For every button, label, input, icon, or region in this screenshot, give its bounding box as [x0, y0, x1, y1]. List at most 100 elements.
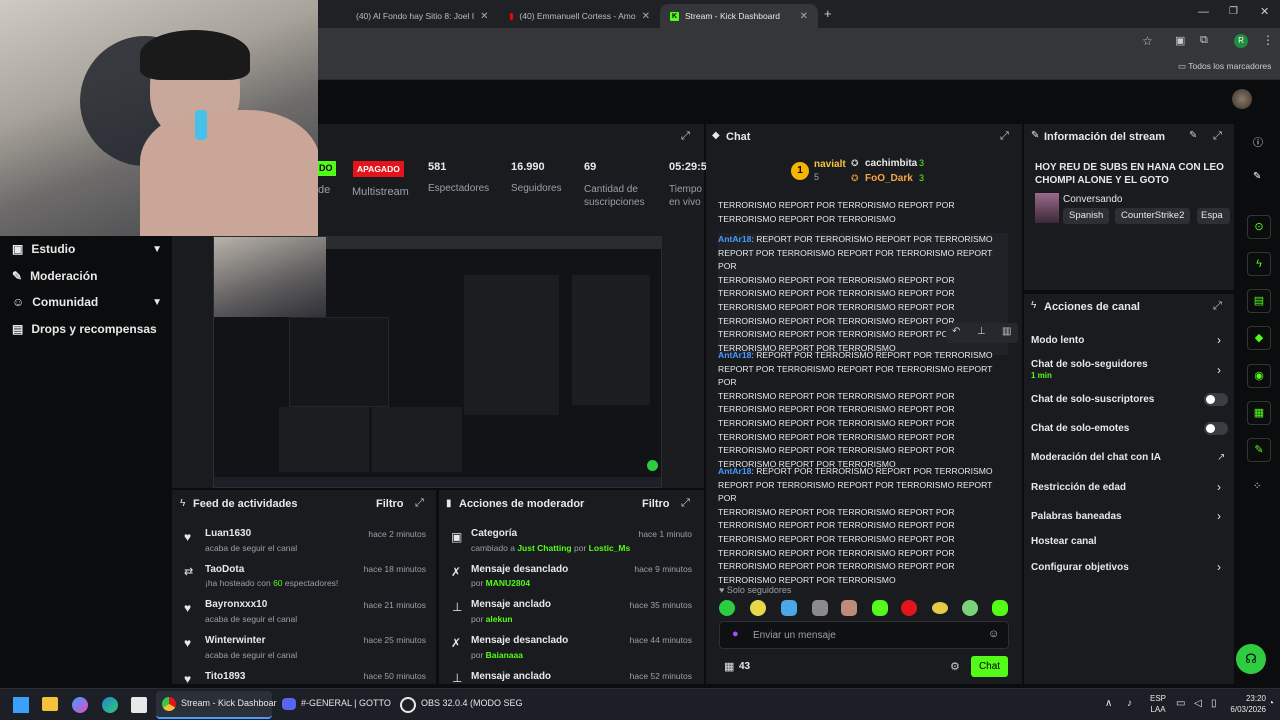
chevron-up-icon[interactable]: ∧: [1105, 698, 1112, 709]
edit-icon[interactable]: ✎: [1189, 130, 1197, 141]
action-slow-mode[interactable]: Modo lento: [1031, 335, 1084, 346]
emote-icon[interactable]: [872, 600, 888, 616]
taskbar-item-obs[interactable]: OBS 32.0.4 (MODO SEG: [396, 691, 523, 719]
emoji-icon[interactable]: ☺: [988, 628, 999, 640]
top-gifter-name[interactable]: FoO_Dark: [865, 173, 913, 184]
close-icon[interactable]: ✕: [800, 11, 808, 22]
rail-clipboard-icon[interactable]: ▤: [1247, 289, 1271, 313]
sidebar-item-comunidad[interactable]: ☺ Comunidad ▼: [12, 295, 162, 309]
rail-broadcast-icon[interactable]: ◉: [1247, 364, 1271, 388]
minimize-button[interactable]: —: [1198, 6, 1209, 18]
mod-filter-button[interactable]: Filtro: [642, 498, 670, 510]
chat-message[interactable]: AntAr18: REPORT POR TERRORISMO REPORT PO…: [718, 465, 1008, 587]
battery-icon[interactable]: ▯: [1211, 698, 1217, 709]
edit-icon[interactable]: ✎: [1253, 171, 1261, 182]
copilot-icon[interactable]: [72, 697, 88, 713]
microphone-icon[interactable]: ●: [732, 628, 739, 640]
chat-message[interactable]: AntAr18: REPORT POR TERRORISMO REPORT PO…: [718, 349, 1008, 471]
emote-icon[interactable]: [812, 600, 828, 616]
expand-icon[interactable]: ⤢: [1000, 130, 1009, 143]
expand-icon[interactable]: ⤢: [1213, 300, 1222, 313]
file-explorer-icon[interactable]: [42, 697, 58, 711]
rail-focus-icon[interactable]: ⊙: [1247, 215, 1271, 239]
clock[interactable]: 23:20 6/03/2026: [1226, 693, 1266, 715]
restore-button[interactable]: ❐: [1229, 6, 1238, 17]
settings-gear-icon[interactable]: ⚙: [950, 660, 960, 673]
browser-tab-youtube-2[interactable]: (40) Emmanuell Cortess - Amo ✕: [500, 4, 660, 28]
taskbar-item-chrome[interactable]: Stream - Kick Dashboar: [156, 691, 277, 719]
extensions-icon[interactable]: ⧉: [1200, 34, 1208, 47]
window-close-button[interactable]: ✕: [1260, 5, 1269, 18]
notification-bell-icon[interactable]: ◔: [1268, 698, 1274, 709]
rail-wrench-icon[interactable]: ✎: [1247, 438, 1271, 462]
action-ai-moderation[interactable]: Moderación del chat con IA: [1031, 452, 1161, 463]
expand-icon[interactable]: ⤢: [681, 497, 690, 510]
reply-icon[interactable]: ↶: [952, 326, 960, 337]
sidebar-item-moderacion[interactable]: ✎ Moderación: [12, 269, 162, 283]
emote-icon[interactable]: [781, 600, 797, 616]
network-icon[interactable]: ▭: [1176, 698, 1185, 709]
emotes-only-toggle[interactable]: [1204, 422, 1228, 435]
volume-icon[interactable]: ◁: [1194, 698, 1202, 709]
emote-icon[interactable]: [750, 600, 766, 616]
expand-icon[interactable]: ⤢: [1213, 130, 1222, 143]
top-gifter-name[interactable]: cachimbita: [865, 158, 917, 169]
feed-item-name[interactable]: Winterwinter: [205, 635, 265, 646]
close-icon[interactable]: ✕: [480, 11, 488, 22]
profile-avatar[interactable]: R: [1234, 34, 1248, 48]
action-followers-only[interactable]: Chat de solo-seguidores: [1031, 359, 1148, 370]
media-icon[interactable]: ▣: [1175, 34, 1185, 47]
new-tab-button[interactable]: +: [824, 6, 832, 21]
close-icon[interactable]: ✕: [642, 11, 650, 22]
feed-item-name[interactable]: Tito1893: [205, 671, 245, 682]
sidebar-item-estudio[interactable]: ▣ Estudio ▼: [12, 242, 162, 256]
browser-tab-youtube-1[interactable]: (40) Al Fondo hay Sitio 8: Joel I ✕: [340, 4, 498, 28]
feed-item-name[interactable]: TaoDota: [205, 564, 244, 575]
expand-icon[interactable]: ⤢: [681, 130, 690, 143]
emote-icon[interactable]: [992, 600, 1008, 616]
emote-icon[interactable]: [901, 600, 917, 616]
chevron-right-icon[interactable]: ›: [1217, 333, 1221, 347]
action-host-channel[interactable]: Hostear canal: [1031, 536, 1097, 547]
edge-icon[interactable]: [102, 697, 118, 713]
subscribers-only-toggle[interactable]: [1204, 393, 1228, 406]
emote-icon[interactable]: [932, 602, 948, 614]
microphone-icon[interactable]: ♪: [1127, 698, 1132, 709]
language-indicator[interactable]: ESP LAA: [1150, 693, 1166, 715]
feed-item-name[interactable]: Bayronxxx10: [205, 599, 267, 610]
windows-start-icon[interactable]: [13, 697, 29, 713]
support-headset-icon[interactable]: ☊: [1236, 644, 1266, 674]
chevron-right-icon[interactable]: ›: [1217, 363, 1221, 377]
user-avatar[interactable]: [1232, 89, 1252, 109]
emote-icon[interactable]: [962, 600, 978, 616]
action-banned-words[interactable]: Palabras baneadas: [1031, 511, 1122, 522]
sidebar-item-drops[interactable]: ▤ Drops y recompensas: [12, 322, 162, 336]
rail-layout-icon[interactable]: ▦: [1247, 401, 1271, 425]
stream-preview[interactable]: [213, 236, 662, 488]
external-link-icon[interactable]: ↗: [1217, 452, 1225, 463]
all-bookmarks[interactable]: ▭ Todos los marcadores: [1178, 61, 1271, 72]
emote-icon[interactable]: [719, 600, 735, 616]
chat-input[interactable]: ● Enviar un mensaje ☺: [719, 621, 1009, 649]
store-icon[interactable]: [131, 697, 147, 713]
feed-filter-button[interactable]: Filtro: [376, 498, 404, 510]
taskbar-item-discord[interactable]: #-GENERAL | GOTTO: [276, 691, 394, 719]
pin-icon[interactable]: ⊥: [977, 326, 986, 337]
action-set-goals[interactable]: Configurar objetivos: [1031, 562, 1129, 573]
bookmark-star-icon[interactable]: ☆: [1142, 34, 1153, 48]
send-chat-button[interactable]: Chat: [971, 656, 1008, 677]
apps-icon[interactable]: ⁘: [1253, 481, 1261, 492]
delete-icon[interactable]: ▥: [1002, 326, 1011, 337]
rail-chat-icon[interactable]: ◆: [1247, 326, 1271, 350]
expand-icon[interactable]: ⤢: [415, 497, 424, 510]
rail-lightning-icon[interactable]: ϟ: [1247, 252, 1271, 276]
top-gifter-name[interactable]: navialt: [814, 159, 846, 170]
menu-icon[interactable]: ⋮: [1262, 33, 1274, 47]
feed-item-name[interactable]: Luan1630: [205, 528, 251, 539]
chevron-right-icon[interactable]: ›: [1217, 480, 1221, 494]
chevron-right-icon[interactable]: ›: [1217, 509, 1221, 523]
chevron-right-icon[interactable]: ›: [1217, 560, 1221, 574]
emote-icon[interactable]: [841, 600, 857, 616]
action-age-restriction[interactable]: Restricción de edad: [1031, 482, 1126, 493]
browser-tab-kick[interactable]: K Stream - Kick Dashboard ✕: [660, 4, 818, 28]
